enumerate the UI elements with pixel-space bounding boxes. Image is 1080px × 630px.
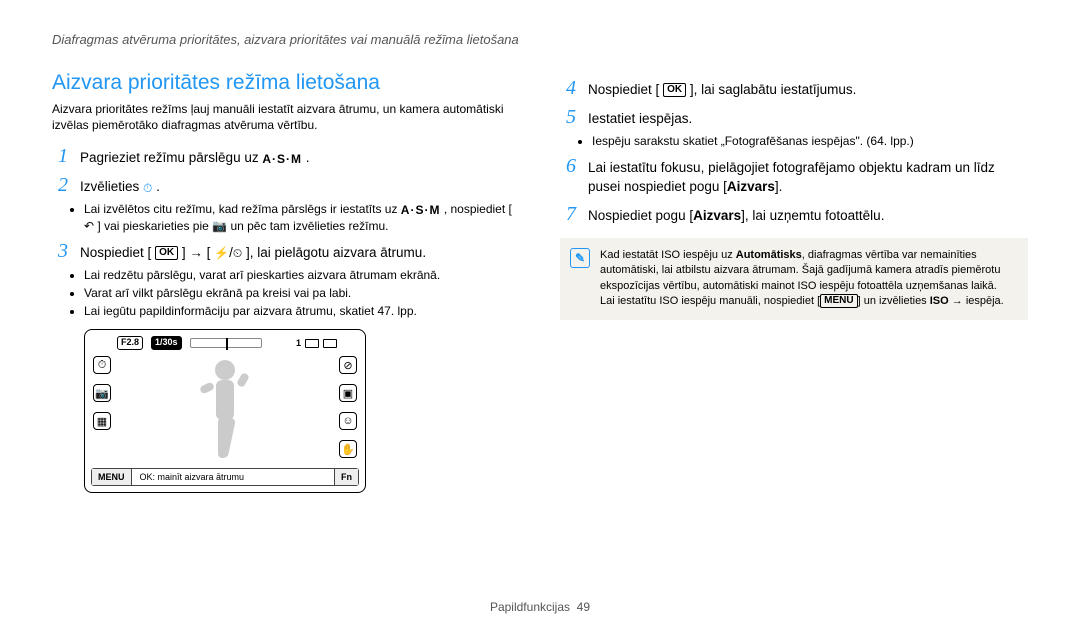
note-text: Kad iestatāt ISO iespēju uz Automātisks,… [600,248,1014,310]
ok-button-icon: OK [663,83,686,97]
battery-icon [323,339,337,348]
step-text: ], lai saglabātu iestatījumus. [690,82,857,97]
step-body: Nospiediet pogu [Aizvars], lai uzņemtu f… [588,207,884,226]
shutter-chip: 1/30s [151,336,182,350]
text: , nospiediet [ [444,202,512,216]
step-text: . [156,179,160,194]
columns: Aizvara prioritātes režīma lietošana Aiz… [52,71,1028,493]
text: Kad iestatāt ISO iespēju uz [600,249,736,261]
right-side-icons: ⊘ ▣ ☺ ✋ [339,356,357,458]
flash-off-icon: ⊘ [339,356,357,374]
step-number: 5 [560,106,576,129]
step-number: 7 [560,203,576,226]
hand-icon: ✋ [339,440,357,458]
fn-button: Fn [334,469,358,485]
camera-top-row: F2.8 1/30s 1 [117,336,337,350]
step-text: Nospiediet [ [80,245,151,260]
step-text: ], lai uzņemtu fotoattēlu. [741,208,884,223]
step-5-sublist: Iespēju sarakstu skatiet „Fotografēšanas… [592,133,1028,149]
camera-bottom-bar: MENU OK: mainīt aizvara ātrumu Fn [91,468,359,486]
step-number: 3 [52,240,68,263]
page-footer: Papildfunkcijas 49 [0,600,1080,614]
text: Lai izvēlētos citu režīmu, kad režīma pā… [84,202,401,216]
aperture-chip: F2.8 [117,336,143,350]
list-item: Lai izvēlētos citu režīmu, kad režīma pā… [84,201,520,233]
section-title: Aizvara prioritātes režīma lietošana [52,71,520,95]
step-6: 6 Lai iestatītu fokusu, pielāgojiet foto… [560,155,1028,197]
step-body: Nospiediet [ OK ] → [ ⚡/⏲ ], lai pielāgo… [80,244,426,263]
page-number: 49 [577,600,590,614]
bold-label: Aizvars [727,179,775,194]
face-icon: ☺ [339,412,357,430]
page: Diafragmas atvēruma prioritātes, aizvara… [0,0,1080,630]
album-icon: ▦ [93,412,111,430]
note-box: ✎ Kad iestatāt ISO iespēju uz Automātisk… [560,238,1028,320]
intro-text: Aizvara prioritātes režīms ļauj manuāli … [52,101,520,133]
step-body: Lai iestatītu fokusu, pielāgojiet fotogr… [588,159,1028,197]
shoot-icon: 📷 [93,384,111,402]
breadcrumb: Diafragmas atvēruma prioritātes, aizvara… [52,32,1028,47]
step-number: 4 [560,77,576,100]
camera-hint: OK: mainīt aizvara ātrumu [132,472,253,482]
menu-button-icon: MENU [820,294,857,308]
flash-icon: ⚡ [214,247,229,259]
step-number: 2 [52,174,68,197]
step-text: . [306,150,310,165]
timer-icon: ⏱ [143,182,152,194]
step-3-sublist: Lai redzētu pārslēgu, varat arī pieskart… [84,267,520,320]
step-text: ], lai pielāgotu aizvara ātrumu. [246,245,426,260]
timer-icon: ⏲ [233,247,242,259]
figure-silhouette-icon [190,358,260,468]
step-1: 1 Pagrieziet režīmu pārslēgu uz A·S·M . [52,145,520,168]
text: ] vai pieskarieties pie [97,219,212,233]
list-item: Lai iegūtu papildinformāciju par aizvara… [84,303,520,319]
step-text: Lai iestatītu fokusu, pielāgojiet fotogr… [588,160,995,194]
step-2-sublist: Lai izvēlētos citu režīmu, kad režīma pā… [84,201,520,233]
ev-slider [190,338,262,348]
camera-icon: 📷 [212,220,227,232]
text: → iespēja. [949,295,1004,307]
list-item: Lai redzētu pārslēgu, varat arī pieskart… [84,267,520,283]
bold-label: ISO [930,295,949,307]
step-5: 5 Iestatiet iespējas. [560,106,1028,129]
note-icon: ✎ [570,248,590,268]
sd-icon [305,339,319,348]
left-side-icons: ⏱ 📷 ▦ [93,356,111,430]
step-body: Izvēlieties ⏱ . [80,178,160,197]
step-body: Iestatiet iespējas. [588,110,692,129]
step-4: 4 Nospiediet [ OK ], lai saglabātu iesta… [560,77,1028,100]
step-number: 1 [52,145,68,168]
list-item: Iespēju sarakstu skatiet „Fotografēšanas… [592,133,1028,149]
text: ] un izvēlieties [858,295,930,307]
af-icon: ▣ [339,384,357,402]
step-7: 7 Nospiediet pogu [Aizvars], lai uzņemtu… [560,203,1028,226]
left-column: Aizvara prioritātes režīma lietošana Aiz… [52,71,520,493]
bold-label: Automātisks [736,249,802,261]
status-icons: 1 [296,338,337,348]
step-text: Izvēlieties [80,179,143,194]
step-body: Nospiediet [ OK ], lai saglabātu iestatī… [588,81,856,100]
mode-asm-icon: A·S·M [262,153,302,165]
list-item: Varat arī vilkt pārslēgu ekrānā pa kreis… [84,285,520,301]
menu-button: MENU [92,469,132,485]
mode-icon: ⏱ [93,356,111,374]
step-2: 2 Izvēlieties ⏱ . [52,174,520,197]
step-body: Pagrieziet režīmu pārslēgu uz A·S·M . [80,149,310,168]
mode-asm-icon: A·S·M [401,204,441,216]
camera-preview: F2.8 1/30s 1 ⏱ 📷 ▦ ⊘ ▣ [84,329,366,493]
right-column: 4 Nospiediet [ OK ], lai saglabātu iesta… [560,71,1028,493]
ok-button-icon: OK [155,246,178,260]
text: un pēc tam izvēlieties režīmu. [230,219,388,233]
step-text: Nospiediet [ [588,82,659,97]
step-number: 6 [560,155,576,178]
step-text: ] → [ [182,245,211,260]
step-3: 3 Nospiediet [ OK ] → [ ⚡/⏲ ], lai pielā… [52,240,520,263]
step-text: Nospiediet pogu [ [588,208,693,223]
shot-count: 1 [296,338,301,348]
step-text: Pagrieziet režīmu pārslēgu uz [80,150,262,165]
bold-label: Aizvars [693,208,741,223]
step-text: ]. [775,179,783,194]
back-icon: ↶ [84,220,94,232]
footer-label: Papildfunkcijas [490,600,570,614]
